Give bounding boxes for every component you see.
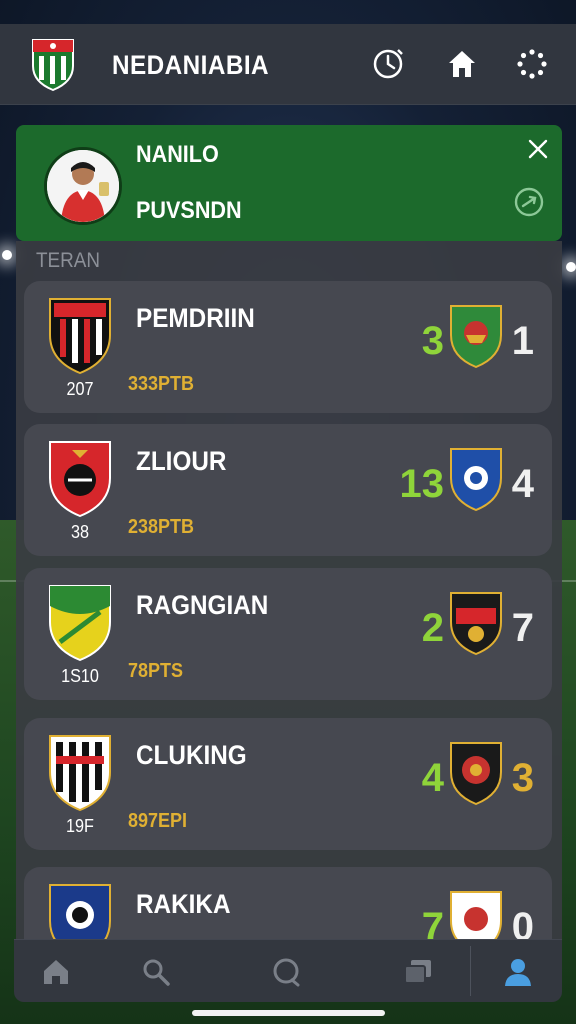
team-number: 38: [70, 522, 90, 542]
opponent-crest: [450, 592, 502, 656]
home-icon: [449, 51, 475, 77]
stadium-light: [566, 262, 576, 272]
player-notification[interactable]: NANILO PUVSNDN: [16, 125, 562, 241]
clock-icon: [373, 49, 403, 79]
team-name: RAGNGIAN: [136, 590, 269, 620]
chat-icon: [273, 958, 300, 987]
home-indicator[interactable]: [192, 1010, 385, 1016]
home-score: 13: [399, 462, 445, 506]
team-crest: [49, 735, 111, 812]
away-score: 4: [511, 462, 534, 506]
match-list[interactable]: TERAN PEMDRIIN 207 333PTB 3 1 ZLIOUR 38 …: [16, 241, 562, 941]
nav-profile-button[interactable]: [498, 952, 538, 992]
team-name: PEMDRIIN: [136, 303, 255, 333]
nav-home-button[interactable]: [36, 952, 76, 992]
bottom-nav: [14, 939, 562, 1002]
match-card[interactable]: CLUKING 19F 897EPI 4 3: [24, 718, 552, 850]
nav-divider: [470, 946, 471, 996]
cards-icon: [404, 960, 431, 984]
team-name: RAKIKA: [136, 889, 231, 919]
match-card[interactable]: RAKIKA 7 0: [24, 867, 552, 941]
home-score: 4: [421, 756, 444, 800]
nav-chat-button[interactable]: [266, 952, 306, 992]
home-score: 3: [421, 319, 444, 363]
away-score: 1: [511, 319, 534, 363]
home-icon: [44, 960, 68, 984]
opponent-crest: [450, 448, 502, 512]
clock-button[interactable]: [368, 44, 408, 84]
team-crest: [49, 585, 111, 662]
app-logo: [32, 39, 74, 92]
away-score: 3: [511, 756, 534, 800]
close-button[interactable]: [526, 137, 550, 161]
team-crest: [49, 441, 111, 518]
team-stat: 897EPI: [128, 810, 188, 832]
app-header: NEDANIABIA: [0, 24, 576, 105]
profile-icon: [505, 959, 531, 986]
section-label: TERAN: [36, 249, 101, 272]
team-stat: 333PTB: [128, 373, 195, 395]
match-card[interactable]: PEMDRIIN 207 333PTB 3 1: [24, 281, 552, 413]
avatar: [44, 147, 122, 225]
team-number: 207: [66, 379, 94, 399]
stadium-light: [2, 250, 12, 260]
team-stat: 238PTB: [128, 516, 195, 538]
home-score: 7: [421, 905, 444, 941]
search-icon: [143, 959, 170, 986]
notification-name: NANILO: [136, 141, 219, 168]
home-button[interactable]: [442, 44, 482, 84]
nav-cards-button[interactable]: [398, 952, 438, 992]
match-card[interactable]: ZLIOUR 38 238PTB 13 4: [24, 424, 552, 556]
team-crest: [49, 884, 111, 941]
opponent-crest: [450, 891, 502, 941]
refresh-button[interactable]: [512, 185, 546, 219]
away-score: 7: [511, 606, 534, 650]
match-card[interactable]: RAGNGIAN 1S10 78PTS 2 7: [24, 568, 552, 700]
team-crest: [49, 298, 111, 375]
loading-icon: [517, 49, 547, 79]
nav-search-button[interactable]: [136, 952, 176, 992]
opponent-crest: [450, 305, 502, 369]
away-score: 0: [511, 905, 534, 941]
close-icon: [528, 139, 548, 159]
team-stat: 78PTS: [128, 660, 184, 682]
team-number: 19F: [66, 816, 94, 836]
home-score: 2: [421, 606, 444, 650]
app-title: NEDANIABIA: [112, 50, 270, 80]
team-number: 1S10: [61, 666, 99, 686]
team-name: CLUKING: [136, 740, 247, 770]
team-name: ZLIOUR: [136, 446, 227, 476]
opponent-crest: [450, 742, 502, 806]
notification-subtitle: PUVSNDN: [136, 197, 242, 224]
loading-button[interactable]: [512, 44, 552, 84]
refresh-icon: [514, 187, 544, 217]
